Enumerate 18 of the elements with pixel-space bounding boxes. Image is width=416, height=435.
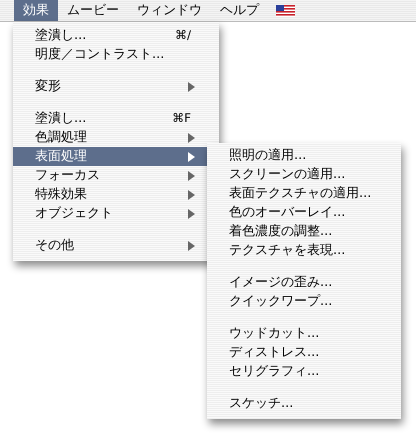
menu-item[interactable]: クイックワープ...	[207, 292, 401, 311]
menu-title[interactable]: ムービー	[58, 0, 128, 21]
menu-item[interactable]: 色調処理	[13, 128, 219, 147]
shortcut-label: ⌘/	[174, 27, 191, 44]
menu-item[interactable]: ディストレス...	[207, 343, 401, 362]
menu-item[interactable]: 塗潰し... ⌘/	[13, 26, 219, 45]
shortcut-label: ⌘F	[172, 110, 191, 127]
menu-item[interactable]: 変形	[13, 77, 219, 96]
menu-title[interactable]: ウィンドウ	[128, 0, 211, 21]
menu-item[interactable]: ウッドカット...	[207, 324, 401, 343]
menu-item[interactable]: セリグラフィ...	[207, 362, 401, 381]
flag-icon[interactable]	[276, 4, 295, 16]
menu-item[interactable]: スケッチ...	[207, 394, 401, 413]
menu-title[interactable]: 効果	[14, 0, 58, 21]
menu-item[interactable]: 塗潰し... ⌘F	[13, 109, 219, 128]
menu-item[interactable]: 明度／コントラスト...	[13, 45, 219, 64]
menu-title[interactable]: ヘルプ	[211, 0, 268, 21]
menu-item[interactable]: イメージの歪み...	[207, 273, 401, 292]
